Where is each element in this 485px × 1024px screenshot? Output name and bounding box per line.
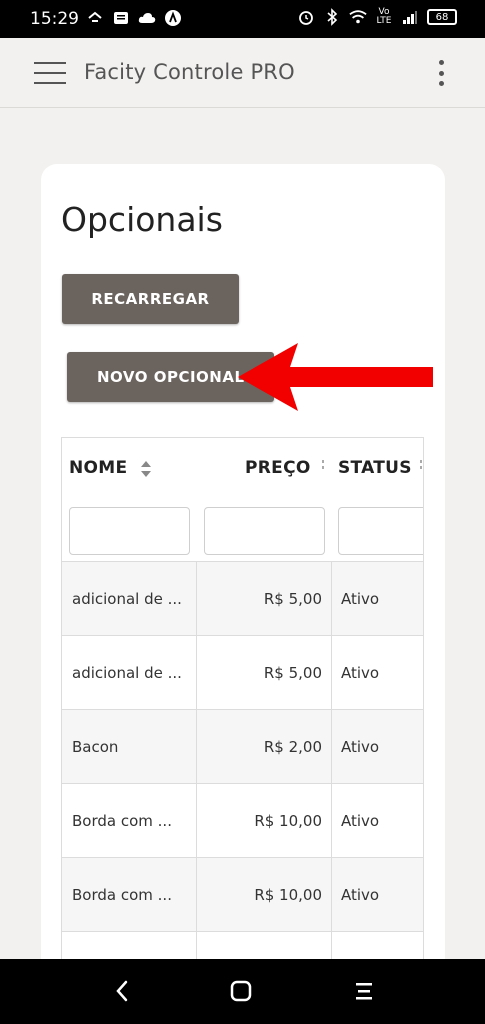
cell-nome: Borda com ... bbox=[62, 784, 197, 858]
cell-nome: Bacon bbox=[62, 710, 197, 784]
more-options-icon[interactable] bbox=[437, 60, 445, 86]
alarm-icon bbox=[297, 8, 315, 26]
message-icon bbox=[112, 9, 130, 27]
column-resize-icon[interactable] bbox=[322, 456, 324, 478]
cell-preco: R$ 10,00 bbox=[197, 858, 332, 932]
wifi-icon bbox=[349, 8, 367, 26]
table-row[interactable]: Bacon R$ 2,00 Ativo bbox=[62, 710, 423, 784]
sort-icon[interactable] bbox=[140, 460, 152, 478]
notification-icon bbox=[86, 9, 104, 27]
app-bar: Facity Controle PRO bbox=[0, 38, 485, 108]
status-time: 15:29 bbox=[30, 9, 79, 29]
home-icon[interactable] bbox=[229, 979, 253, 1003]
cell-preco: R$ 5,00 bbox=[197, 562, 332, 636]
table-row[interactable]: adicional de ... R$ 5,00 Ativo bbox=[62, 562, 423, 636]
back-icon[interactable] bbox=[110, 979, 134, 1003]
cloud-icon bbox=[138, 9, 156, 27]
cell-status: Ativo bbox=[332, 562, 423, 636]
recent-apps-icon[interactable] bbox=[352, 979, 376, 1003]
app-title: Facity Controle PRO bbox=[84, 60, 295, 84]
table-header: NOME PREÇO STATUS bbox=[62, 438, 423, 562]
optionals-table: NOME PREÇO STATUS adicional de ... R$ 5,… bbox=[61, 437, 424, 984]
reload-button[interactable]: RECARREGAR bbox=[62, 274, 239, 324]
column-resize-icon[interactable] bbox=[420, 456, 422, 478]
column-header-nome[interactable]: NOME bbox=[69, 458, 127, 478]
cell-status: Ativo bbox=[332, 710, 423, 784]
cell-status: Ativo bbox=[332, 636, 423, 710]
table-row[interactable]: Borda com ... R$ 10,00 Ativo bbox=[62, 858, 423, 932]
column-header-status[interactable]: STATUS bbox=[338, 458, 412, 478]
menu-icon[interactable] bbox=[34, 60, 66, 86]
cell-nome: adicional de ... bbox=[62, 636, 197, 710]
cell-status: Ativo bbox=[332, 858, 423, 932]
volte-icon: Vo LTE bbox=[376, 7, 392, 26]
cell-nome: adicional de ... bbox=[62, 562, 197, 636]
cell-preco: R$ 2,00 bbox=[197, 710, 332, 784]
cell-status: Ativo bbox=[332, 784, 423, 858]
table-row[interactable]: adicional de ... R$ 5,00 Ativo bbox=[62, 636, 423, 710]
app-icon bbox=[164, 9, 182, 27]
red-arrow-annotation bbox=[238, 343, 433, 411]
cell-preco: R$ 10,00 bbox=[197, 784, 332, 858]
filter-status-input[interactable] bbox=[338, 507, 423, 555]
table-row[interactable]: Borda com ... R$ 10,00 Ativo bbox=[62, 784, 423, 858]
filter-preco-input[interactable] bbox=[204, 507, 325, 555]
navigation-bar bbox=[0, 959, 485, 1024]
column-header-preco[interactable]: PREÇO bbox=[245, 458, 311, 478]
content-card: Opcionais RECARREGAR NOVO OPCIONAL NOME … bbox=[41, 164, 445, 984]
cell-nome: Borda com ... bbox=[62, 858, 197, 932]
signal-icon bbox=[401, 8, 419, 26]
battery-icon: 68 bbox=[427, 9, 457, 25]
status-notifications bbox=[86, 9, 182, 27]
page-title: Opcionais bbox=[61, 200, 223, 239]
bluetooth-icon bbox=[323, 8, 341, 26]
status-bar: 15:29 Vo LTE 68 bbox=[0, 0, 485, 38]
cell-preco: R$ 5,00 bbox=[197, 636, 332, 710]
status-system: Vo LTE 68 bbox=[297, 8, 457, 26]
filter-nome-input[interactable] bbox=[69, 507, 190, 555]
